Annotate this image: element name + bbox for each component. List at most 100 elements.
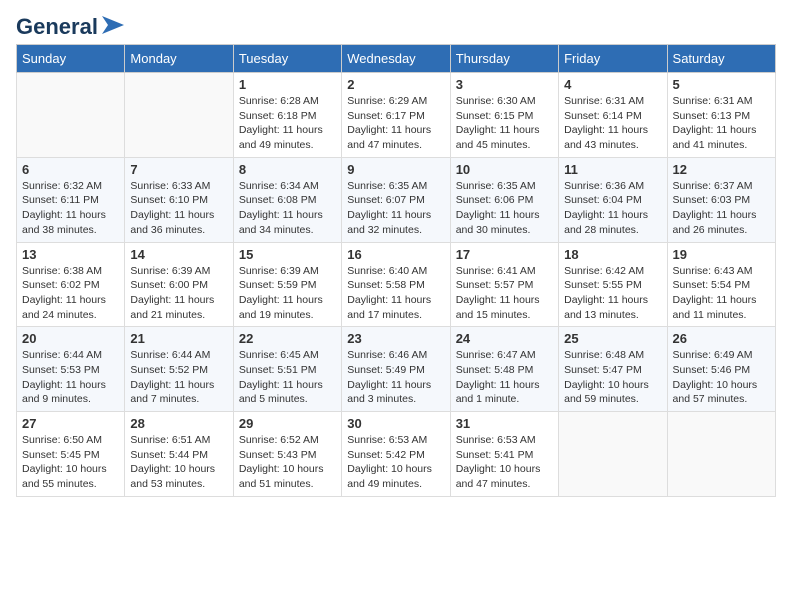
day-of-week-header: Thursday	[450, 45, 558, 73]
day-number: 14	[130, 247, 227, 262]
day-of-week-header: Tuesday	[233, 45, 341, 73]
day-of-week-header: Monday	[125, 45, 233, 73]
cell-info: Sunrise: 6:39 AM Sunset: 6:00 PM Dayligh…	[130, 264, 227, 323]
calendar-cell: 29 Sunrise: 6:52 AM Sunset: 5:43 PM Dayli…	[233, 412, 341, 497]
calendar-week-row: 1 Sunrise: 6:28 AM Sunset: 6:18 PM Daylig…	[17, 73, 776, 158]
cell-info: Sunrise: 6:39 AM Sunset: 5:59 PM Dayligh…	[239, 264, 336, 323]
day-number: 13	[22, 247, 119, 262]
cell-info: Sunrise: 6:47 AM Sunset: 5:48 PM Dayligh…	[456, 348, 553, 407]
cell-info: Sunrise: 6:46 AM Sunset: 5:49 PM Dayligh…	[347, 348, 444, 407]
day-number: 3	[456, 77, 553, 92]
calendar-cell: 21 Sunrise: 6:44 AM Sunset: 5:52 PM Dayli…	[125, 327, 233, 412]
day-number: 11	[564, 162, 661, 177]
cell-info: Sunrise: 6:41 AM Sunset: 5:57 PM Dayligh…	[456, 264, 553, 323]
cell-info: Sunrise: 6:51 AM Sunset: 5:44 PM Dayligh…	[130, 433, 227, 492]
day-number: 19	[673, 247, 770, 262]
calendar-week-row: 6Sunrise: 6:32 AM Sunset: 6:11 PM Daylig…	[17, 157, 776, 242]
day-number: 1	[239, 77, 336, 92]
calendar-cell: 15Sunrise: 6:39 AM Sunset: 5:59 PM Dayli…	[233, 242, 341, 327]
cell-info: Sunrise: 6:43 AM Sunset: 5:54 PM Dayligh…	[673, 264, 770, 323]
cell-info: Sunrise: 6:28 AM Sunset: 6:18 PM Dayligh…	[239, 94, 336, 153]
cell-info: Sunrise: 6:33 AM Sunset: 6:10 PM Dayligh…	[130, 179, 227, 238]
day-number: 30	[347, 416, 444, 431]
day-of-week-header: Friday	[559, 45, 667, 73]
cell-info: Sunrise: 6:48 AM Sunset: 5:47 PM Dayligh…	[564, 348, 661, 407]
calendar-cell: 7 Sunrise: 6:33 AM Sunset: 6:10 PM Daylig…	[125, 157, 233, 242]
cell-info: Sunrise: 6:37 AM Sunset: 6:03 PM Dayligh…	[673, 179, 770, 238]
cell-info: Sunrise: 6:45 AM Sunset: 5:51 PM Dayligh…	[239, 348, 336, 407]
logo-text: General	[16, 16, 98, 38]
cell-info: Sunrise: 6:52 AM Sunset: 5:43 PM Dayligh…	[239, 433, 336, 492]
cell-info: Sunrise: 6:44 AM Sunset: 5:53 PM Dayligh…	[22, 348, 119, 407]
day-of-week-header: Wednesday	[342, 45, 450, 73]
calendar-cell: 31 Sunrise: 6:53 AM Sunset: 5:41 PM Dayli…	[450, 412, 558, 497]
day-number: 9	[347, 162, 444, 177]
calendar-table: SundayMondayTuesdayWednesdayThursdayFrid…	[16, 44, 776, 497]
calendar-cell: 14 Sunrise: 6:39 AM Sunset: 6:00 PM Dayli…	[125, 242, 233, 327]
day-number: 27	[22, 416, 119, 431]
calendar-cell: 9 Sunrise: 6:35 AM Sunset: 6:07 PM Daylig…	[342, 157, 450, 242]
calendar-cell: 16 Sunrise: 6:40 AM Sunset: 5:58 PM Dayli…	[342, 242, 450, 327]
calendar-cell: 22 Sunrise: 6:45 AM Sunset: 5:51 PM Dayli…	[233, 327, 341, 412]
cell-info: Sunrise: 6:50 AM Sunset: 5:45 PM Dayligh…	[22, 433, 119, 492]
calendar-week-row: 27 Sunrise: 6:50 AM Sunset: 5:45 PM Dayli…	[17, 412, 776, 497]
day-number: 18	[564, 247, 661, 262]
day-number: 24	[456, 331, 553, 346]
day-of-week-header: Saturday	[667, 45, 775, 73]
day-number: 23	[347, 331, 444, 346]
calendar-cell: 10Sunrise: 6:35 AM Sunset: 6:06 PM Dayli…	[450, 157, 558, 242]
day-number: 7	[130, 162, 227, 177]
cell-info: Sunrise: 6:30 AM Sunset: 6:15 PM Dayligh…	[456, 94, 553, 153]
day-number: 29	[239, 416, 336, 431]
calendar-cell	[17, 73, 125, 158]
calendar-cell: 30 Sunrise: 6:53 AM Sunset: 5:42 PM Dayli…	[342, 412, 450, 497]
calendar-cell: 12 Sunrise: 6:37 AM Sunset: 6:03 PM Dayli…	[667, 157, 775, 242]
cell-info: Sunrise: 6:44 AM Sunset: 5:52 PM Dayligh…	[130, 348, 227, 407]
cell-info: Sunrise: 6:53 AM Sunset: 5:42 PM Dayligh…	[347, 433, 444, 492]
cell-info: Sunrise: 6:35 AM Sunset: 6:07 PM Dayligh…	[347, 179, 444, 238]
cell-info: Sunrise: 6:40 AM Sunset: 5:58 PM Dayligh…	[347, 264, 444, 323]
calendar-cell	[125, 73, 233, 158]
cell-info: Sunrise: 6:53 AM Sunset: 5:41 PM Dayligh…	[456, 433, 553, 492]
cell-info: Sunrise: 6:34 AM Sunset: 6:08 PM Dayligh…	[239, 179, 336, 238]
calendar-cell: 5 Sunrise: 6:31 AM Sunset: 6:13 PM Daylig…	[667, 73, 775, 158]
calendar-cell	[559, 412, 667, 497]
calendar-cell: 20Sunrise: 6:44 AM Sunset: 5:53 PM Dayli…	[17, 327, 125, 412]
calendar-cell: 25Sunrise: 6:48 AM Sunset: 5:47 PM Dayli…	[559, 327, 667, 412]
page-header: General	[16, 16, 776, 36]
cell-info: Sunrise: 6:42 AM Sunset: 5:55 PM Dayligh…	[564, 264, 661, 323]
cell-info: Sunrise: 6:31 AM Sunset: 6:13 PM Dayligh…	[673, 94, 770, 153]
calendar-cell: 6Sunrise: 6:32 AM Sunset: 6:11 PM Daylig…	[17, 157, 125, 242]
cell-info: Sunrise: 6:31 AM Sunset: 6:14 PM Dayligh…	[564, 94, 661, 153]
cell-info: Sunrise: 6:35 AM Sunset: 6:06 PM Dayligh…	[456, 179, 553, 238]
calendar-cell: 8 Sunrise: 6:34 AM Sunset: 6:08 PM Daylig…	[233, 157, 341, 242]
day-number: 26	[673, 331, 770, 346]
day-number: 2	[347, 77, 444, 92]
logo: General	[16, 16, 124, 36]
logo-arrow-icon	[102, 16, 124, 34]
day-number: 21	[130, 331, 227, 346]
calendar-cell: 19 Sunrise: 6:43 AM Sunset: 5:54 PM Dayli…	[667, 242, 775, 327]
calendar-cell	[667, 412, 775, 497]
day-number: 31	[456, 416, 553, 431]
calendar-header-row: SundayMondayTuesdayWednesdayThursdayFrid…	[17, 45, 776, 73]
day-number: 17	[456, 247, 553, 262]
day-number: 8	[239, 162, 336, 177]
calendar-cell: 2 Sunrise: 6:29 AM Sunset: 6:17 PM Daylig…	[342, 73, 450, 158]
day-number: 22	[239, 331, 336, 346]
cell-info: Sunrise: 6:49 AM Sunset: 5:46 PM Dayligh…	[673, 348, 770, 407]
day-number: 16	[347, 247, 444, 262]
calendar-cell: 17 Sunrise: 6:41 AM Sunset: 5:57 PM Dayli…	[450, 242, 558, 327]
cell-info: Sunrise: 6:29 AM Sunset: 6:17 PM Dayligh…	[347, 94, 444, 153]
day-number: 28	[130, 416, 227, 431]
calendar-cell: 27 Sunrise: 6:50 AM Sunset: 5:45 PM Dayli…	[17, 412, 125, 497]
calendar-cell: 26 Sunrise: 6:49 AM Sunset: 5:46 PM Dayli…	[667, 327, 775, 412]
calendar-cell: 1 Sunrise: 6:28 AM Sunset: 6:18 PM Daylig…	[233, 73, 341, 158]
calendar-week-row: 20Sunrise: 6:44 AM Sunset: 5:53 PM Dayli…	[17, 327, 776, 412]
day-number: 6	[22, 162, 119, 177]
day-number: 5	[673, 77, 770, 92]
calendar-cell: 24 Sunrise: 6:47 AM Sunset: 5:48 PM Dayli…	[450, 327, 558, 412]
cell-info: Sunrise: 6:38 AM Sunset: 6:02 PM Dayligh…	[22, 264, 119, 323]
day-of-week-header: Sunday	[17, 45, 125, 73]
day-number: 12	[673, 162, 770, 177]
